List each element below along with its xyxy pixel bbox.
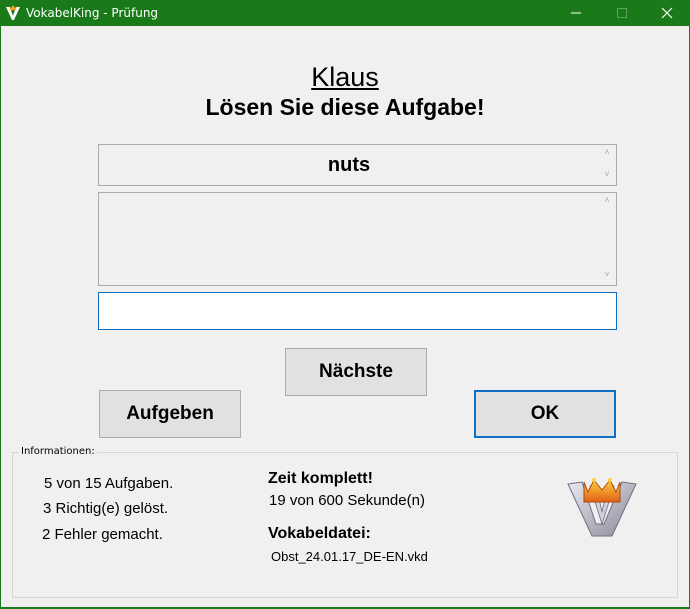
give-up-button[interactable]: Aufgeben xyxy=(99,390,241,438)
progress-stat: 5 von 15 Aufgaben. xyxy=(44,475,174,492)
file-name: Obst_24.01.17_DE-EN.vkd xyxy=(271,549,428,564)
maximize-icon xyxy=(617,8,627,18)
time-value: 19 von 600 Sekunde(n) xyxy=(269,492,425,509)
scroll-down-icon[interactable]: ˅ xyxy=(600,269,614,279)
window-title: VokabelKing - Prüfung xyxy=(26,6,159,20)
close-button[interactable] xyxy=(644,0,690,26)
maximize-button[interactable] xyxy=(599,0,645,26)
app-logo-icon xyxy=(6,5,20,20)
vokabelking-logo-icon xyxy=(567,478,637,537)
next-button[interactable]: Nächste xyxy=(285,348,427,396)
question-word: nuts xyxy=(327,154,371,176)
minimize-icon xyxy=(571,12,581,14)
scroll-up-icon[interactable]: ˄ xyxy=(600,195,614,205)
close-icon xyxy=(661,7,673,19)
time-label: Zeit komplett! xyxy=(268,470,373,487)
scroll-up-icon[interactable]: ˄ xyxy=(600,147,614,157)
file-label: Vokabeldatei: xyxy=(268,525,371,542)
title-bar: VokabelKing - Prüfung xyxy=(0,0,690,26)
answer-display-box[interactable]: ˄ ˅ xyxy=(98,192,617,286)
info-legend: Informationen: xyxy=(19,446,97,457)
ok-button[interactable]: OK xyxy=(474,390,616,438)
correct-stat: 3 Richtig(e) gelöst. xyxy=(43,500,169,517)
answer-input[interactable] xyxy=(98,292,617,330)
instruction-heading: Lösen Sie diese Aufgabe! xyxy=(205,94,485,120)
question-word-box[interactable]: nuts ˄ ˅ xyxy=(98,144,617,186)
scroll-down-icon[interactable]: ˅ xyxy=(600,169,614,179)
minimize-button[interactable] xyxy=(553,0,599,26)
errors-stat: 2 Fehler gemacht. xyxy=(42,526,163,543)
user-name: Klaus xyxy=(311,62,379,92)
